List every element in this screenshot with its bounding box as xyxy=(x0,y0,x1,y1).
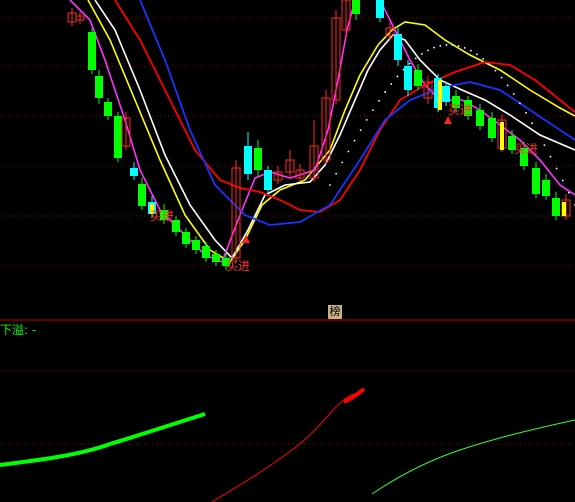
candle-body-doji xyxy=(264,170,272,190)
candle-body-doji xyxy=(376,0,384,18)
candle-highlight xyxy=(438,80,442,110)
projection-dot xyxy=(384,91,387,93)
projection-dot xyxy=(482,58,485,60)
buy-signal-label: 买进 xyxy=(448,103,473,117)
projection-dot xyxy=(476,53,478,56)
projection-dot xyxy=(396,75,399,78)
projection-dot xyxy=(494,69,497,72)
candle-body-down xyxy=(254,148,262,170)
candle-highlight xyxy=(500,122,504,150)
projection-dot xyxy=(445,44,448,46)
candle-body-down xyxy=(552,198,560,216)
projection-dot xyxy=(420,53,423,55)
projection-dot xyxy=(567,191,570,194)
projection-dot xyxy=(512,93,515,95)
candle-body-down xyxy=(488,118,496,138)
projection-dot xyxy=(353,139,356,142)
candle-body-down xyxy=(352,0,360,14)
projection-dot xyxy=(433,46,436,49)
candle-body-down xyxy=(114,116,122,158)
candle-body-doji xyxy=(404,66,412,90)
projection-dot xyxy=(488,63,491,66)
projection-dot xyxy=(457,45,460,47)
candle-body-down xyxy=(414,70,422,86)
candlestick-chart[interactable] xyxy=(0,0,575,502)
candle-highlight xyxy=(562,202,566,216)
projection-dot xyxy=(335,172,338,175)
projection-dot xyxy=(427,49,429,52)
candle-body-down xyxy=(202,246,210,258)
projection-dot xyxy=(451,44,454,46)
candle-body-down xyxy=(138,184,146,206)
candle-body-down xyxy=(192,240,200,250)
candle-body-down xyxy=(476,110,484,126)
candle-body-down xyxy=(542,180,550,196)
projection-dot xyxy=(329,184,331,186)
candle-body-doji xyxy=(394,34,402,60)
projection-dot xyxy=(414,57,417,60)
projection-dot xyxy=(543,144,546,146)
projection-dot xyxy=(359,129,362,131)
candle-body-down xyxy=(182,232,190,244)
candle-body-down xyxy=(532,168,540,194)
projection-dot xyxy=(408,62,411,65)
projection-dot xyxy=(506,84,509,87)
candle-body-down xyxy=(88,32,96,70)
panel-divider-tag[interactable]: 榜 xyxy=(328,305,342,319)
lower-green-thin-line xyxy=(371,419,575,495)
candle-body-down xyxy=(95,76,103,98)
ma-magenta-line xyxy=(69,0,356,264)
projection-dot xyxy=(371,109,374,112)
projection-dot xyxy=(390,83,393,85)
projection-dot xyxy=(555,167,558,170)
lower-red-thick-segment xyxy=(343,387,366,404)
projection-dot xyxy=(378,99,380,102)
projection-dot xyxy=(365,119,368,121)
projection-dot xyxy=(463,46,466,49)
projection-dot xyxy=(469,49,472,52)
stock-chart-screen: 买进 买进 买进 买进 榜 下溢: - xyxy=(0,0,575,502)
projection-dot xyxy=(561,179,564,182)
candle-body-down xyxy=(104,102,112,116)
lower-green-thick-line xyxy=(0,412,206,467)
projection-dot xyxy=(500,76,503,79)
projection-dot xyxy=(341,161,344,164)
buy-signal-label: 买进 xyxy=(226,259,251,273)
projection-dot xyxy=(518,102,521,104)
projection-dot xyxy=(439,44,442,47)
projection-dot xyxy=(537,133,540,135)
buy-signal-label: 买进 xyxy=(150,209,175,223)
candle-body-doji xyxy=(244,146,252,174)
buy-arrow-icon xyxy=(444,116,452,124)
projection-dot xyxy=(347,150,350,153)
candle-body-doji xyxy=(130,168,138,176)
projection-dot xyxy=(549,155,552,158)
ma-red-line xyxy=(114,0,575,213)
projection-dot xyxy=(531,122,534,125)
candle-body-down xyxy=(212,254,220,262)
lower-panel-indicator-label: 下溢: - xyxy=(0,323,37,337)
candle-body-doji xyxy=(442,86,450,102)
lower-red-line xyxy=(211,393,356,502)
ma-blue-line xyxy=(139,0,575,226)
buy-signal-label: 买进 xyxy=(514,142,539,156)
projection-dot xyxy=(525,111,527,114)
